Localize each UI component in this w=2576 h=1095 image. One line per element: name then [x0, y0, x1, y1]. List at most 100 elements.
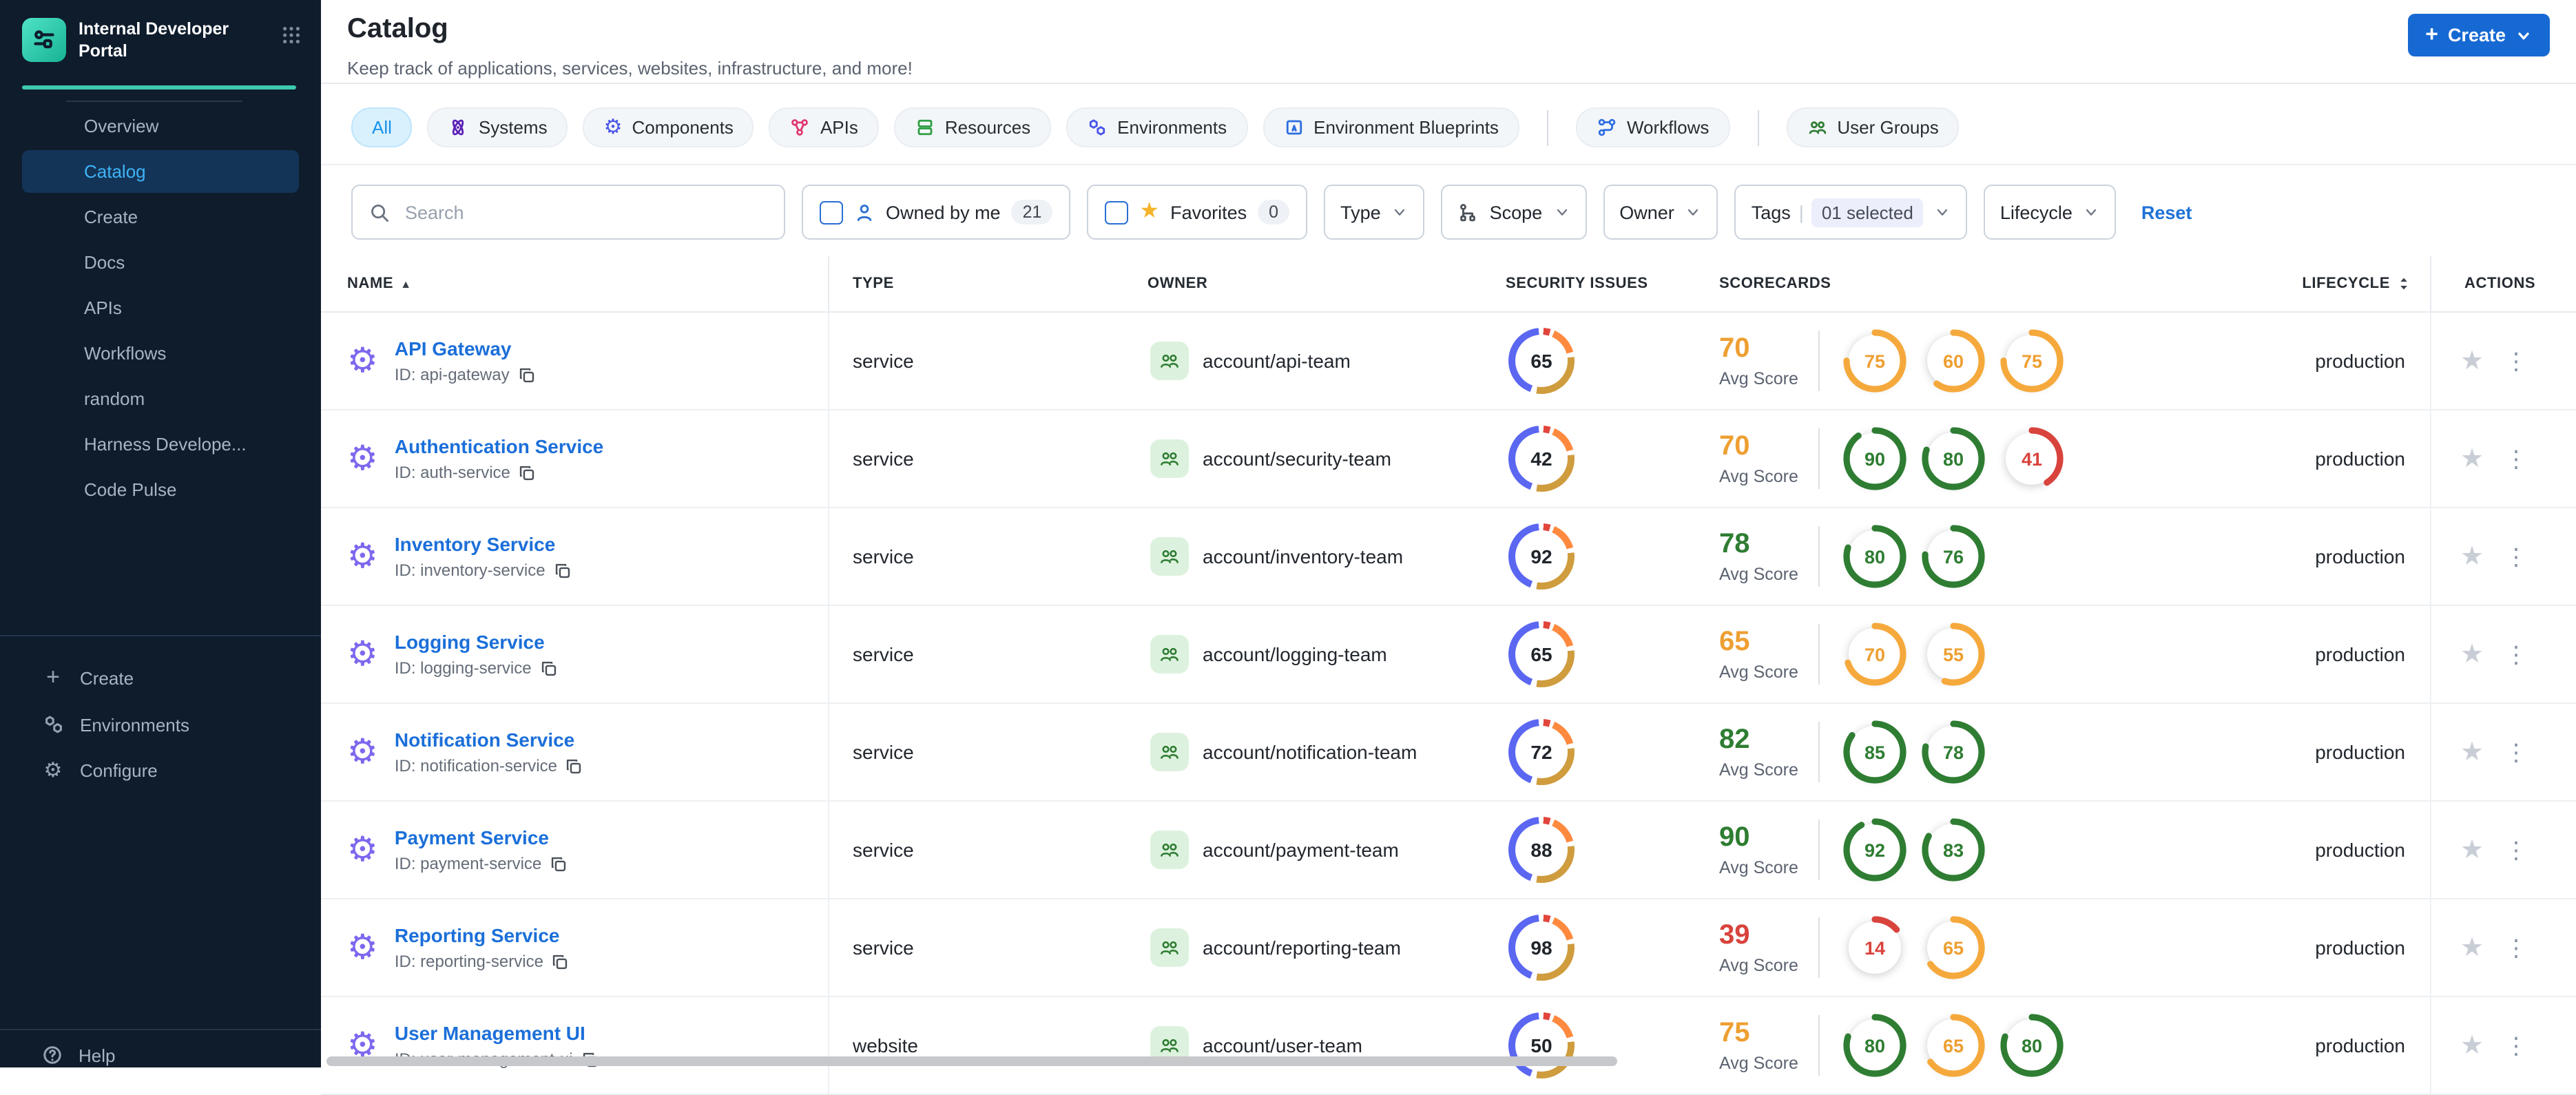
tab-user-groups[interactable]: User Groups — [1786, 107, 1960, 147]
reset-filters-link[interactable]: Reset — [2141, 202, 2192, 222]
tab-workflows[interactable]: Workflows — [1575, 107, 1730, 147]
scorecard-ring[interactable]: 75 — [1842, 328, 1908, 394]
owner-name[interactable]: account/notification-team — [1203, 741, 1417, 763]
sidebar-item-overview[interactable]: Overview — [22, 104, 299, 147]
sidebar-bottom-item-create[interactable]: + Create — [0, 653, 321, 702]
favorite-star-icon[interactable]: ★ — [2460, 348, 2484, 374]
owner-name[interactable]: account/api-team — [1203, 350, 1351, 372]
copy-icon[interactable] — [552, 952, 570, 970]
scorecard-ring[interactable]: 55 — [1920, 621, 1986, 687]
owner-name[interactable]: account/reporting-team — [1203, 937, 1401, 959]
plus-icon: + — [46, 664, 60, 690]
scorecard-ring[interactable]: 80 — [1920, 426, 1986, 492]
sidebar-item-code-pulse[interactable]: Code Pulse — [22, 468, 299, 510]
create-button[interactable]: + Create — [2407, 14, 2550, 56]
more-actions-icon[interactable]: ⋮ — [2504, 838, 2528, 862]
entity-name-link[interactable]: API Gateway — [395, 337, 536, 359]
favorite-star-icon[interactable]: ★ — [2460, 739, 2484, 765]
scorecard-ring[interactable]: 75 — [1999, 328, 2065, 394]
scorecard-ring[interactable]: 85 — [1842, 719, 1908, 785]
favorite-star-icon[interactable]: ★ — [2460, 446, 2484, 472]
tab-apis[interactable]: APIs — [769, 107, 879, 147]
tab-environment-blueprints[interactable]: Environment Blueprints — [1263, 107, 1519, 147]
owner-name[interactable]: account/logging-team — [1203, 643, 1387, 665]
tab-components[interactable]: ⚙ Components — [583, 107, 754, 147]
scorecard-ring[interactable]: 80 — [1842, 1012, 1908, 1078]
tab-all[interactable]: All — [351, 107, 413, 147]
copy-icon[interactable] — [519, 463, 537, 481]
more-actions-icon[interactable]: ⋮ — [2504, 447, 2528, 470]
entity-name-link[interactable]: Payment Service — [395, 826, 568, 848]
column-header-label: SECURITY ISSUES — [1506, 275, 1648, 292]
scorecard-ring[interactable]: 65 — [1920, 1012, 1986, 1078]
column-header-lifecycle[interactable]: LIFECYCLE — [2239, 256, 2430, 311]
favorite-star-icon[interactable]: ★ — [2460, 543, 2484, 570]
favorite-star-icon[interactable]: ★ — [2460, 935, 2484, 961]
sidebar-item-random[interactable]: random — [22, 377, 299, 419]
copy-icon[interactable] — [554, 561, 572, 579]
sidebar-footer-item-help[interactable]: Help — [0, 1030, 321, 1067]
search-input[interactable] — [402, 200, 767, 224]
scorecard-ring[interactable]: 70 — [1842, 621, 1908, 687]
horizontal-scrollbar[interactable] — [326, 1056, 1617, 1066]
owner-name[interactable]: account/payment-team — [1203, 839, 1399, 861]
scorecard-ring[interactable]: 90 — [1842, 426, 1908, 492]
favorite-star-icon[interactable]: ★ — [2460, 641, 2484, 667]
sidebar-item-create[interactable]: Create — [22, 195, 299, 238]
owned-by-me-checkbox[interactable] — [820, 200, 843, 224]
copy-icon[interactable] — [565, 757, 583, 775]
owned-by-me-filter[interactable]: Owned by me 21 — [802, 185, 1071, 240]
more-actions-icon[interactable]: ⋮ — [2504, 349, 2528, 373]
more-actions-icon[interactable]: ⋮ — [2504, 545, 2528, 568]
more-actions-icon[interactable]: ⋮ — [2504, 1034, 2528, 1057]
owner-dropdown[interactable]: Owner — [1603, 185, 1718, 240]
scorecard-ring[interactable]: 41 — [1999, 426, 2065, 492]
favorites-checkbox[interactable] — [1105, 200, 1129, 224]
scope-dropdown[interactable]: Scope — [1441, 185, 1587, 240]
tab-systems[interactable]: Systems — [427, 107, 568, 147]
column-header-name[interactable]: NAME ▲ — [321, 256, 829, 311]
app-switcher-grid-icon[interactable] — [281, 25, 302, 52]
entity-name-link[interactable]: Authentication Service — [395, 435, 603, 457]
sidebar-bottom-item-configure[interactable]: ⚙ Configure — [0, 747, 321, 793]
type-dropdown[interactable]: Type — [1324, 185, 1425, 240]
scorecard-ring[interactable]: 80 — [1842, 523, 1908, 590]
scorecard-ring[interactable]: 14 — [1842, 915, 1908, 981]
tab-environments[interactable]: Environments — [1066, 107, 1248, 147]
sidebar-item-workflows[interactable]: Workflows — [22, 331, 299, 374]
entity-name-link[interactable]: Logging Service — [395, 631, 558, 653]
scorecard-ring[interactable]: 80 — [1999, 1012, 2065, 1078]
favorite-star-icon[interactable]: ★ — [2460, 1032, 2484, 1058]
owner-name[interactable]: account/inventory-team — [1203, 545, 1403, 567]
lifecycle-dropdown[interactable]: Lifecycle — [1983, 185, 2117, 240]
entity-name-link[interactable]: Reporting Service — [395, 924, 570, 946]
scorecard-ring[interactable]: 60 — [1920, 328, 1986, 394]
sidebar-item-catalog[interactable]: Catalog — [22, 149, 299, 192]
owner-name[interactable]: account/user-team — [1203, 1034, 1362, 1056]
tags-dropdown[interactable]: Tags | 01 selected — [1734, 185, 1967, 240]
copy-icon[interactable] — [518, 366, 536, 384]
favorites-filter[interactable]: ★ Favorites 0 — [1087, 185, 1308, 240]
more-actions-icon[interactable]: ⋮ — [2504, 936, 2528, 959]
sidebar-item-harness-develope[interactable]: Harness Develope... — [22, 422, 299, 465]
more-actions-icon[interactable]: ⋮ — [2504, 740, 2528, 764]
scorecard-ring[interactable]: 76 — [1920, 523, 1986, 590]
type-cell: service — [853, 545, 914, 567]
tab-resources[interactable]: Resources — [893, 107, 1052, 147]
sidebar-item-apis[interactable]: APIs — [22, 286, 299, 328]
copy-icon[interactable] — [540, 659, 558, 677]
owner-name[interactable]: account/security-team — [1203, 448, 1391, 470]
scorecard-ring[interactable]: 65 — [1920, 915, 1986, 981]
sidebar-bottom-item-environments[interactable]: Environments — [0, 702, 321, 747]
copy-icon[interactable] — [550, 855, 568, 873]
more-actions-icon[interactable]: ⋮ — [2504, 643, 2528, 666]
sidebar-item-docs[interactable]: Docs — [22, 240, 299, 283]
favorite-star-icon[interactable]: ★ — [2460, 837, 2484, 863]
entity-name-link[interactable]: Notification Service — [395, 729, 583, 751]
component-gear-icon: ⚙ — [347, 439, 378, 477]
scorecard-ring[interactable]: 92 — [1842, 817, 1908, 883]
entity-name-link[interactable]: User Management UI — [395, 1022, 599, 1044]
scorecard-ring[interactable]: 83 — [1920, 817, 1986, 883]
scorecard-ring[interactable]: 78 — [1920, 719, 1986, 785]
entity-name-link[interactable]: Inventory Service — [395, 533, 572, 555]
